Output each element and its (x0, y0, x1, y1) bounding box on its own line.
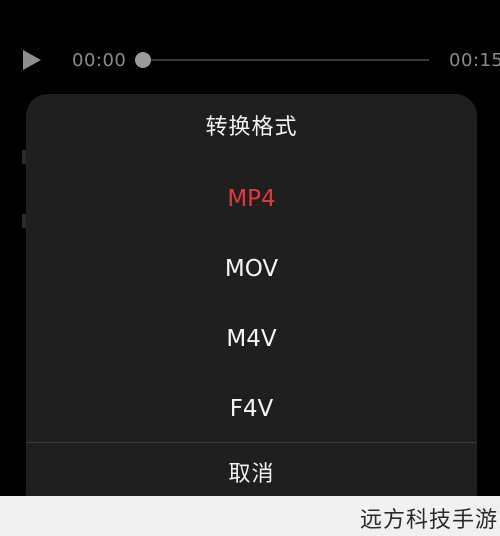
player-bar: 00:00 00:15 (0, 38, 500, 82)
option-mov[interactable]: MOV (26, 234, 477, 304)
seek-track[interactable] (143, 59, 429, 61)
play-icon (23, 50, 41, 70)
option-f4v[interactable]: F4V (26, 374, 477, 444)
current-time: 00:00 (72, 50, 127, 71)
sheet-title: 转换格式 (205, 115, 298, 140)
convert-format-sheet: 转换格式 MP4 MOV M4V F4V 取消 (26, 94, 477, 514)
watermark-text: 远方科技手游 (359, 508, 498, 533)
total-time: 00:15 (449, 50, 500, 71)
play-button[interactable] (21, 48, 43, 72)
video-convert-screen: 00:00 00:15 转换格式 MP4 MOV M4V F4V 取消 远方科技… (0, 0, 500, 536)
watermark-band: 远方科技手游 (0, 496, 500, 536)
seek-thumb[interactable] (135, 52, 151, 68)
option-m4v[interactable]: M4V (26, 304, 477, 374)
option-mp4[interactable]: MP4 (26, 164, 477, 234)
